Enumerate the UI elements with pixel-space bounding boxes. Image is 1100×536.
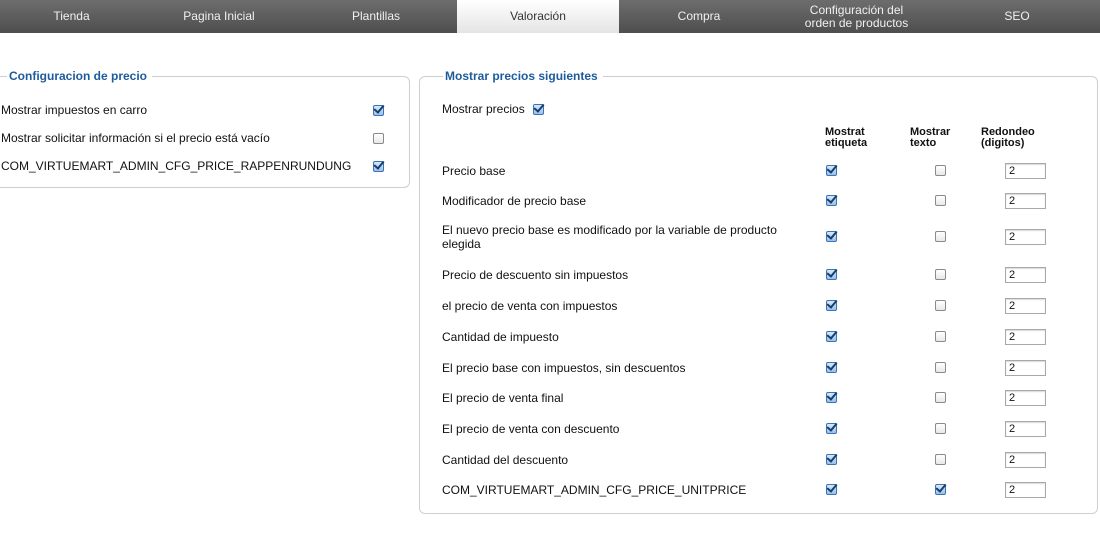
rounding-input[interactable]	[1005, 452, 1046, 468]
checkbox-ask-price-info[interactable]	[373, 133, 384, 144]
checkbox-show-text[interactable]	[935, 165, 946, 176]
price-config-legend: Configuracion de precio	[7, 69, 153, 83]
checkbox-show-label[interactable]	[826, 300, 837, 311]
show-prices-fieldset: Mostrar precios siguientes Mostrar preci…	[419, 69, 1098, 514]
checkbox-show-text[interactable]	[935, 331, 946, 342]
checkbox-rappenrundung[interactable]	[373, 161, 384, 172]
column-header-show-text: Mostrar texto	[910, 127, 950, 149]
rounding-input[interactable]	[1005, 193, 1046, 209]
column-header-line: (digitos)	[981, 137, 1025, 149]
rounding-input[interactable]	[1005, 329, 1046, 345]
checkbox-show-text[interactable]	[935, 484, 946, 495]
tab-bar: Tienda Pagina Inicial Plantillas Valorac…	[0, 0, 1100, 33]
checkbox-show-label[interactable]	[826, 392, 837, 403]
checkbox-show-label[interactable]	[826, 165, 837, 176]
show-prices-label: Mostrar precios	[442, 102, 525, 116]
checkbox-show-label[interactable]	[826, 362, 837, 373]
show-prices-legend: Mostrar precios siguientes	[443, 69, 603, 83]
checkbox-show-label[interactable]	[826, 231, 837, 242]
tab-tienda[interactable]: Tienda	[0, 0, 143, 33]
rounding-input[interactable]	[1005, 390, 1046, 406]
checkbox-show-text[interactable]	[935, 423, 946, 434]
checkbox-show-tax-in-cart[interactable]	[373, 105, 384, 116]
checkbox-show-label[interactable]	[826, 269, 837, 280]
tab-configuracion-orden-productos[interactable]: Configuración del orden de productos	[779, 0, 934, 33]
rounding-input[interactable]	[1005, 163, 1046, 179]
checkbox-show-text[interactable]	[935, 195, 946, 206]
price-row-label: Precio base	[442, 164, 506, 178]
price-row-label: Precio de descuento sin impuestos	[442, 268, 629, 282]
checkbox-show-text[interactable]	[935, 362, 946, 373]
checkbox-show-text[interactable]	[935, 300, 946, 311]
price-row-label: Cantidad del descuento	[442, 453, 569, 467]
price-row-label: Modificador de precio base	[442, 194, 587, 208]
price-config-label: COM_VIRTUEMART_ADMIN_CFG_PRICE_RAPPENRUN…	[1, 159, 352, 173]
tab-pagina-inicial[interactable]: Pagina Inicial	[143, 0, 295, 33]
tab-compra[interactable]: Compra	[619, 0, 779, 33]
checkbox-show-label[interactable]	[826, 484, 837, 495]
checkbox-show-text[interactable]	[935, 231, 946, 242]
checkbox-show-label[interactable]	[826, 195, 837, 206]
price-row-label: el precio de venta con impuestos	[442, 299, 618, 313]
rounding-input[interactable]	[1005, 360, 1046, 376]
price-row-label: Cantidad de impuesto	[442, 330, 559, 344]
price-config-label: Mostrar solicitar información si el prec…	[1, 131, 270, 145]
price-config-label: Mostrar impuestos en carro	[1, 103, 148, 117]
price-row-label: El precio de venta final	[442, 391, 564, 405]
checkbox-show-prices[interactable]	[533, 104, 544, 115]
rounding-input[interactable]	[1005, 267, 1046, 283]
column-header-rounding: Redondeo (digitos)	[981, 127, 1035, 149]
rounding-input[interactable]	[1005, 229, 1046, 245]
price-config-fieldset: Configuracion de precio Mostrar impuesto…	[0, 69, 410, 188]
checkbox-show-text[interactable]	[935, 454, 946, 465]
checkbox-show-text[interactable]	[935, 392, 946, 403]
checkbox-show-label[interactable]	[826, 423, 837, 434]
rounding-input[interactable]	[1005, 298, 1046, 314]
column-header-show-label: Mostrat etiqueta	[825, 127, 867, 149]
rounding-input[interactable]	[1005, 421, 1046, 437]
column-header-line: texto	[910, 137, 937, 149]
checkbox-show-text[interactable]	[935, 269, 946, 280]
tab-seo[interactable]: SEO	[934, 0, 1100, 33]
price-row-label: El precio base con impuestos, sin descue…	[442, 361, 686, 375]
tab-plantillas[interactable]: Plantillas	[295, 0, 457, 33]
rounding-input[interactable]	[1005, 482, 1046, 498]
checkbox-show-label[interactable]	[826, 331, 837, 342]
checkbox-show-label[interactable]	[826, 454, 837, 465]
price-row-label: El nuevo precio base es modificado por l…	[442, 223, 777, 251]
price-row-label: El precio de venta con descuento	[442, 422, 620, 436]
column-header-line: etiqueta	[825, 137, 868, 149]
price-row-label: COM_VIRTUEMART_ADMIN_CFG_PRICE_UNITPRICE	[442, 483, 747, 497]
tab-valoracion[interactable]: Valoración	[457, 0, 619, 33]
